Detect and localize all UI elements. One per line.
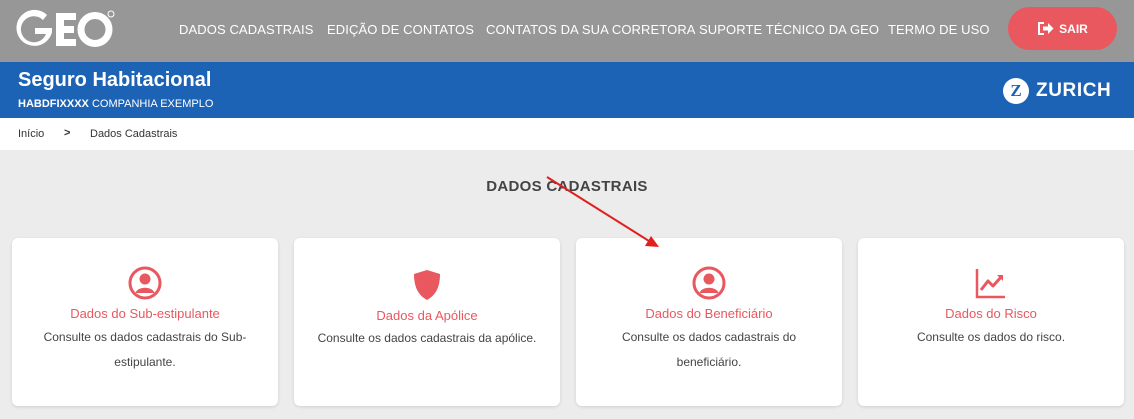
logout-label: SAIR	[1059, 21, 1088, 36]
product-title: Seguro Habitacional	[18, 69, 212, 91]
card-risco[interactable]: Dados do Risco Consulte os dados do risc…	[858, 238, 1124, 406]
user-circle-icon	[12, 266, 278, 302]
product-header: Seguro Habitacional HABDFIXXXX COMPANHIA…	[0, 62, 1134, 118]
shield-icon	[294, 268, 560, 304]
user-circle-icon	[576, 266, 842, 302]
nav-contatos-corretora[interactable]: CONTATOS DA SUA CORRETORA	[486, 22, 696, 37]
card-title: Dados da Apólice	[376, 308, 478, 323]
card-description: Consulte os dados cadastrais do benefici…	[621, 330, 797, 369]
breadcrumb-dados-cadastrais: Dados Cadastrais	[90, 128, 178, 140]
card-description: Consulte os dados do risco.	[916, 330, 1066, 344]
nav-edicao-de-contatos[interactable]: EDIÇÃO DE CONTATOS	[327, 22, 474, 37]
nav-termo-de-uso[interactable]: TERMO DE USO	[888, 22, 990, 37]
card-title: Dados do Risco	[945, 306, 1037, 321]
sign-out-icon	[1038, 22, 1054, 35]
page-title: DADOS CADASTRAIS	[486, 178, 648, 195]
card-beneficiario[interactable]: Dados do Beneficiário Consulte os dados …	[576, 238, 842, 406]
trend-chart-icon	[858, 266, 1124, 302]
card-title: Dados do Beneficiário	[645, 306, 773, 321]
card-apolice[interactable]: Dados da Apólice Consulte os dados cadas…	[294, 238, 560, 406]
card-description: Consulte os dados cadastrais da apólice.	[317, 331, 537, 345]
breadcrumb-inicio[interactable]: Início	[18, 128, 44, 140]
breadcrumb: Início > Dados Cadastrais	[0, 118, 1134, 150]
top-navigation-bar: DADOS CADASTRAIS EDIÇÃO DE CONTATOS CONT…	[0, 0, 1134, 62]
nav-dados-cadastrais[interactable]: DADOS CADASTRAIS	[179, 22, 314, 37]
chevron-right-icon: >	[64, 127, 71, 139]
policy-code: HABDFIXXXX	[18, 98, 89, 110]
logout-button[interactable]: SAIR	[1008, 7, 1117, 50]
zurich-wordmark: ZURICH	[1036, 80, 1112, 101]
nav-suporte-tecnico[interactable]: SUPORTE TÉCNICO DA GEO	[699, 22, 879, 37]
geo-logo[interactable]	[16, 8, 116, 52]
product-subtitle: HABDFIXXXX COMPANHIA EXEMPLO	[18, 98, 213, 110]
company-name: COMPANHIA EXEMPLO	[91, 98, 214, 110]
card-description: Consulte os dados cadastrais do Sub-esti…	[43, 330, 247, 369]
card-title: Dados do Sub-estipulante	[70, 306, 220, 321]
geo-logo-icon	[16, 9, 115, 47]
zurich-logo: Z ZURICH	[1003, 78, 1111, 104]
zurich-mark-icon: Z	[1003, 78, 1029, 104]
card-sub-estipulante[interactable]: Dados do Sub-estipulante Consulte os dad…	[12, 238, 278, 406]
